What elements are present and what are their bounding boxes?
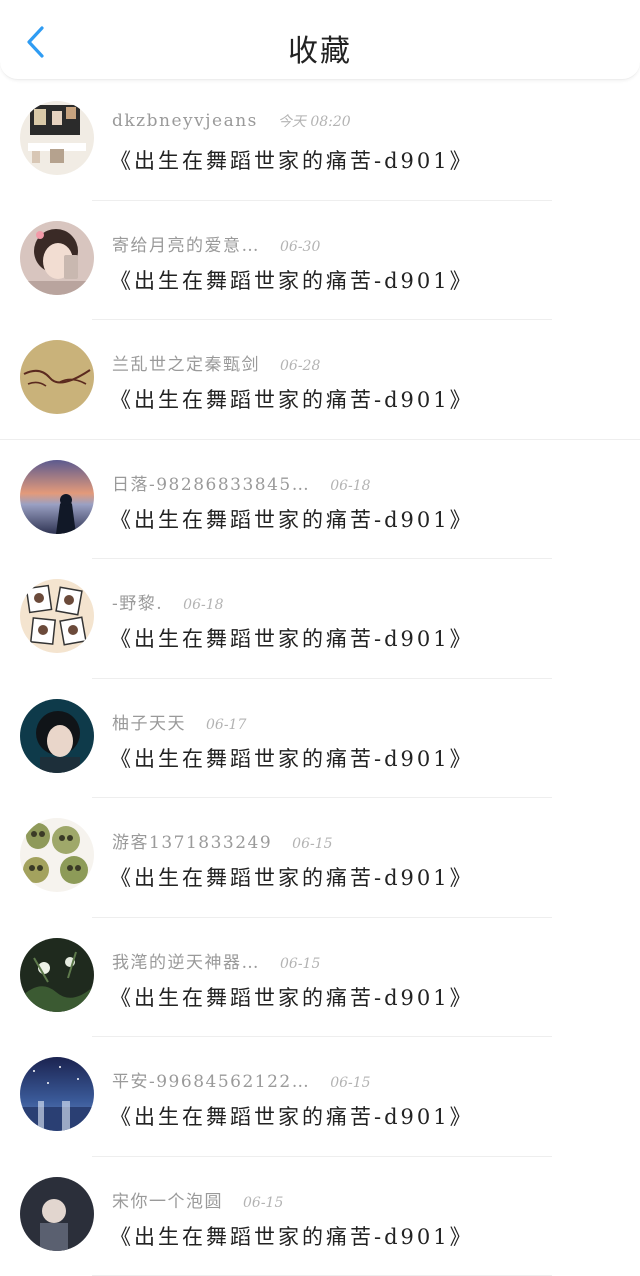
novel-title[interactable]: 《出生在舞蹈世家的痛苦-d901》 [110, 862, 474, 892]
favorite-meta: 日落-98286833845… 06-18 [112, 470, 371, 494]
avatar[interactable] [20, 101, 94, 175]
timestamp: 06-15 [243, 1195, 283, 1211]
avatar[interactable] [20, 699, 94, 773]
favorite-meta: 柚子天天 06-17 [112, 709, 246, 733]
avatar-image [20, 1057, 94, 1131]
favorite-item[interactable]: -野黎. 06-18 《出生在舞蹈世家的痛苦-d901》 [0, 559, 640, 679]
favorite-item[interactable]: 游客1371833249 06-15 《出生在舞蹈世家的痛苦-d901》 [0, 798, 640, 918]
avatar-image [20, 938, 94, 1012]
novel-title[interactable]: 《出生在舞蹈世家的痛苦-d901》 [110, 623, 474, 653]
avatar-image [20, 101, 94, 175]
author-name: 寄给月亮的爱意… [112, 231, 260, 256]
favorite-item[interactable]: dkzbneyvjeans 今天 08:20 《出生在舞蹈世家的痛苦-d901》 [0, 81, 640, 201]
novel-title[interactable]: 《出生在舞蹈世家的痛苦-d901》 [110, 384, 474, 414]
favorite-item[interactable]: 平安-99684562122… 06-15 《出生在舞蹈世家的痛苦-d901》 [0, 1037, 640, 1157]
author-name: -野黎. [112, 589, 163, 614]
favorite-meta: 宋你一个泡圆 06-15 [112, 1187, 283, 1211]
avatar[interactable] [20, 1057, 94, 1131]
favorite-item[interactable]: 宋你一个泡圆 06-15 《出生在舞蹈世家的痛苦-d901》 [0, 1157, 640, 1276]
timestamp: 06-30 [280, 239, 320, 255]
avatar-image [20, 1177, 94, 1251]
favorite-item[interactable]: 柚子天天 06-17 《出生在舞蹈世家的痛苦-d901》 [0, 679, 640, 799]
avatar[interactable] [20, 818, 94, 892]
avatar-image [20, 818, 94, 892]
novel-title[interactable]: 《出生在舞蹈世家的痛苦-d901》 [110, 504, 474, 534]
author-name: 日落-98286833845… [112, 470, 310, 495]
author-name: 平安-99684562122… [112, 1067, 310, 1092]
avatar-image [20, 460, 94, 534]
avatar[interactable] [20, 460, 94, 534]
timestamp: 06-17 [206, 717, 246, 733]
novel-title[interactable]: 《出生在舞蹈世家的痛苦-d901》 [110, 145, 474, 175]
novel-title[interactable]: 《出生在舞蹈世家的痛苦-d901》 [110, 982, 474, 1012]
timestamp: 06-15 [280, 956, 320, 972]
author-name: 柚子天天 [112, 709, 186, 734]
favorites-list: dkzbneyvjeans 今天 08:20 《出生在舞蹈世家的痛苦-d901》… [0, 81, 640, 1276]
author-name: 游客1371833249 [112, 828, 272, 853]
novel-title[interactable]: 《出生在舞蹈世家的痛苦-d901》 [110, 743, 474, 773]
favorite-item[interactable]: 兰乱世之定秦甄剑 06-28 《出生在舞蹈世家的痛苦-d901》 [0, 320, 640, 440]
timestamp: 06-15 [292, 836, 332, 852]
author-name: 我滗的逆天神器… [112, 948, 260, 973]
avatar[interactable] [20, 340, 94, 414]
timestamp: 06-28 [280, 358, 320, 374]
favorite-item[interactable]: 寄给月亮的爱意… 06-30 《出生在舞蹈世家的痛苦-d901》 [0, 201, 640, 321]
top-bar: 收藏 [0, 0, 640, 80]
favorite-meta: 平安-99684562122… 06-15 [112, 1067, 371, 1091]
novel-title[interactable]: 《出生在舞蹈世家的痛苦-d901》 [110, 1221, 474, 1251]
novel-title[interactable]: 《出生在舞蹈世家的痛苦-d901》 [110, 265, 474, 295]
timestamp: 今天 08:20 [278, 111, 351, 131]
avatar[interactable] [20, 221, 94, 295]
favorite-item[interactable]: 我滗的逆天神器… 06-15 《出生在舞蹈世家的痛苦-d901》 [0, 918, 640, 1038]
novel-title[interactable]: 《出生在舞蹈世家的痛苦-d901》 [110, 1101, 474, 1131]
avatar[interactable] [20, 938, 94, 1012]
favorite-meta: 寄给月亮的爱意… 06-30 [112, 231, 320, 255]
author-name: 宋你一个泡圆 [112, 1187, 223, 1212]
favorite-meta: 游客1371833249 06-15 [112, 828, 333, 852]
favorite-meta: 兰乱世之定秦甄剑 06-28 [112, 350, 320, 374]
favorite-meta: dkzbneyvjeans 今天 08:20 [112, 111, 351, 135]
avatar[interactable] [20, 579, 94, 653]
avatar-image [20, 579, 94, 653]
avatar-image [20, 340, 94, 414]
page-title: 收藏 [0, 26, 640, 70]
timestamp: 06-18 [330, 478, 370, 494]
author-name: dkzbneyvjeans [112, 111, 258, 131]
avatar[interactable] [20, 1177, 94, 1251]
favorite-meta: 我滗的逆天神器… 06-15 [112, 948, 320, 972]
author-name: 兰乱世之定秦甄剑 [112, 350, 260, 375]
favorite-item[interactable]: 日落-98286833845… 06-18 《出生在舞蹈世家的痛苦-d901》 [0, 440, 640, 560]
timestamp: 06-15 [330, 1075, 370, 1091]
avatar-image [20, 699, 94, 773]
timestamp: 06-18 [183, 597, 223, 613]
avatar-image [20, 221, 94, 295]
favorite-meta: -野黎. 06-18 [112, 589, 224, 613]
